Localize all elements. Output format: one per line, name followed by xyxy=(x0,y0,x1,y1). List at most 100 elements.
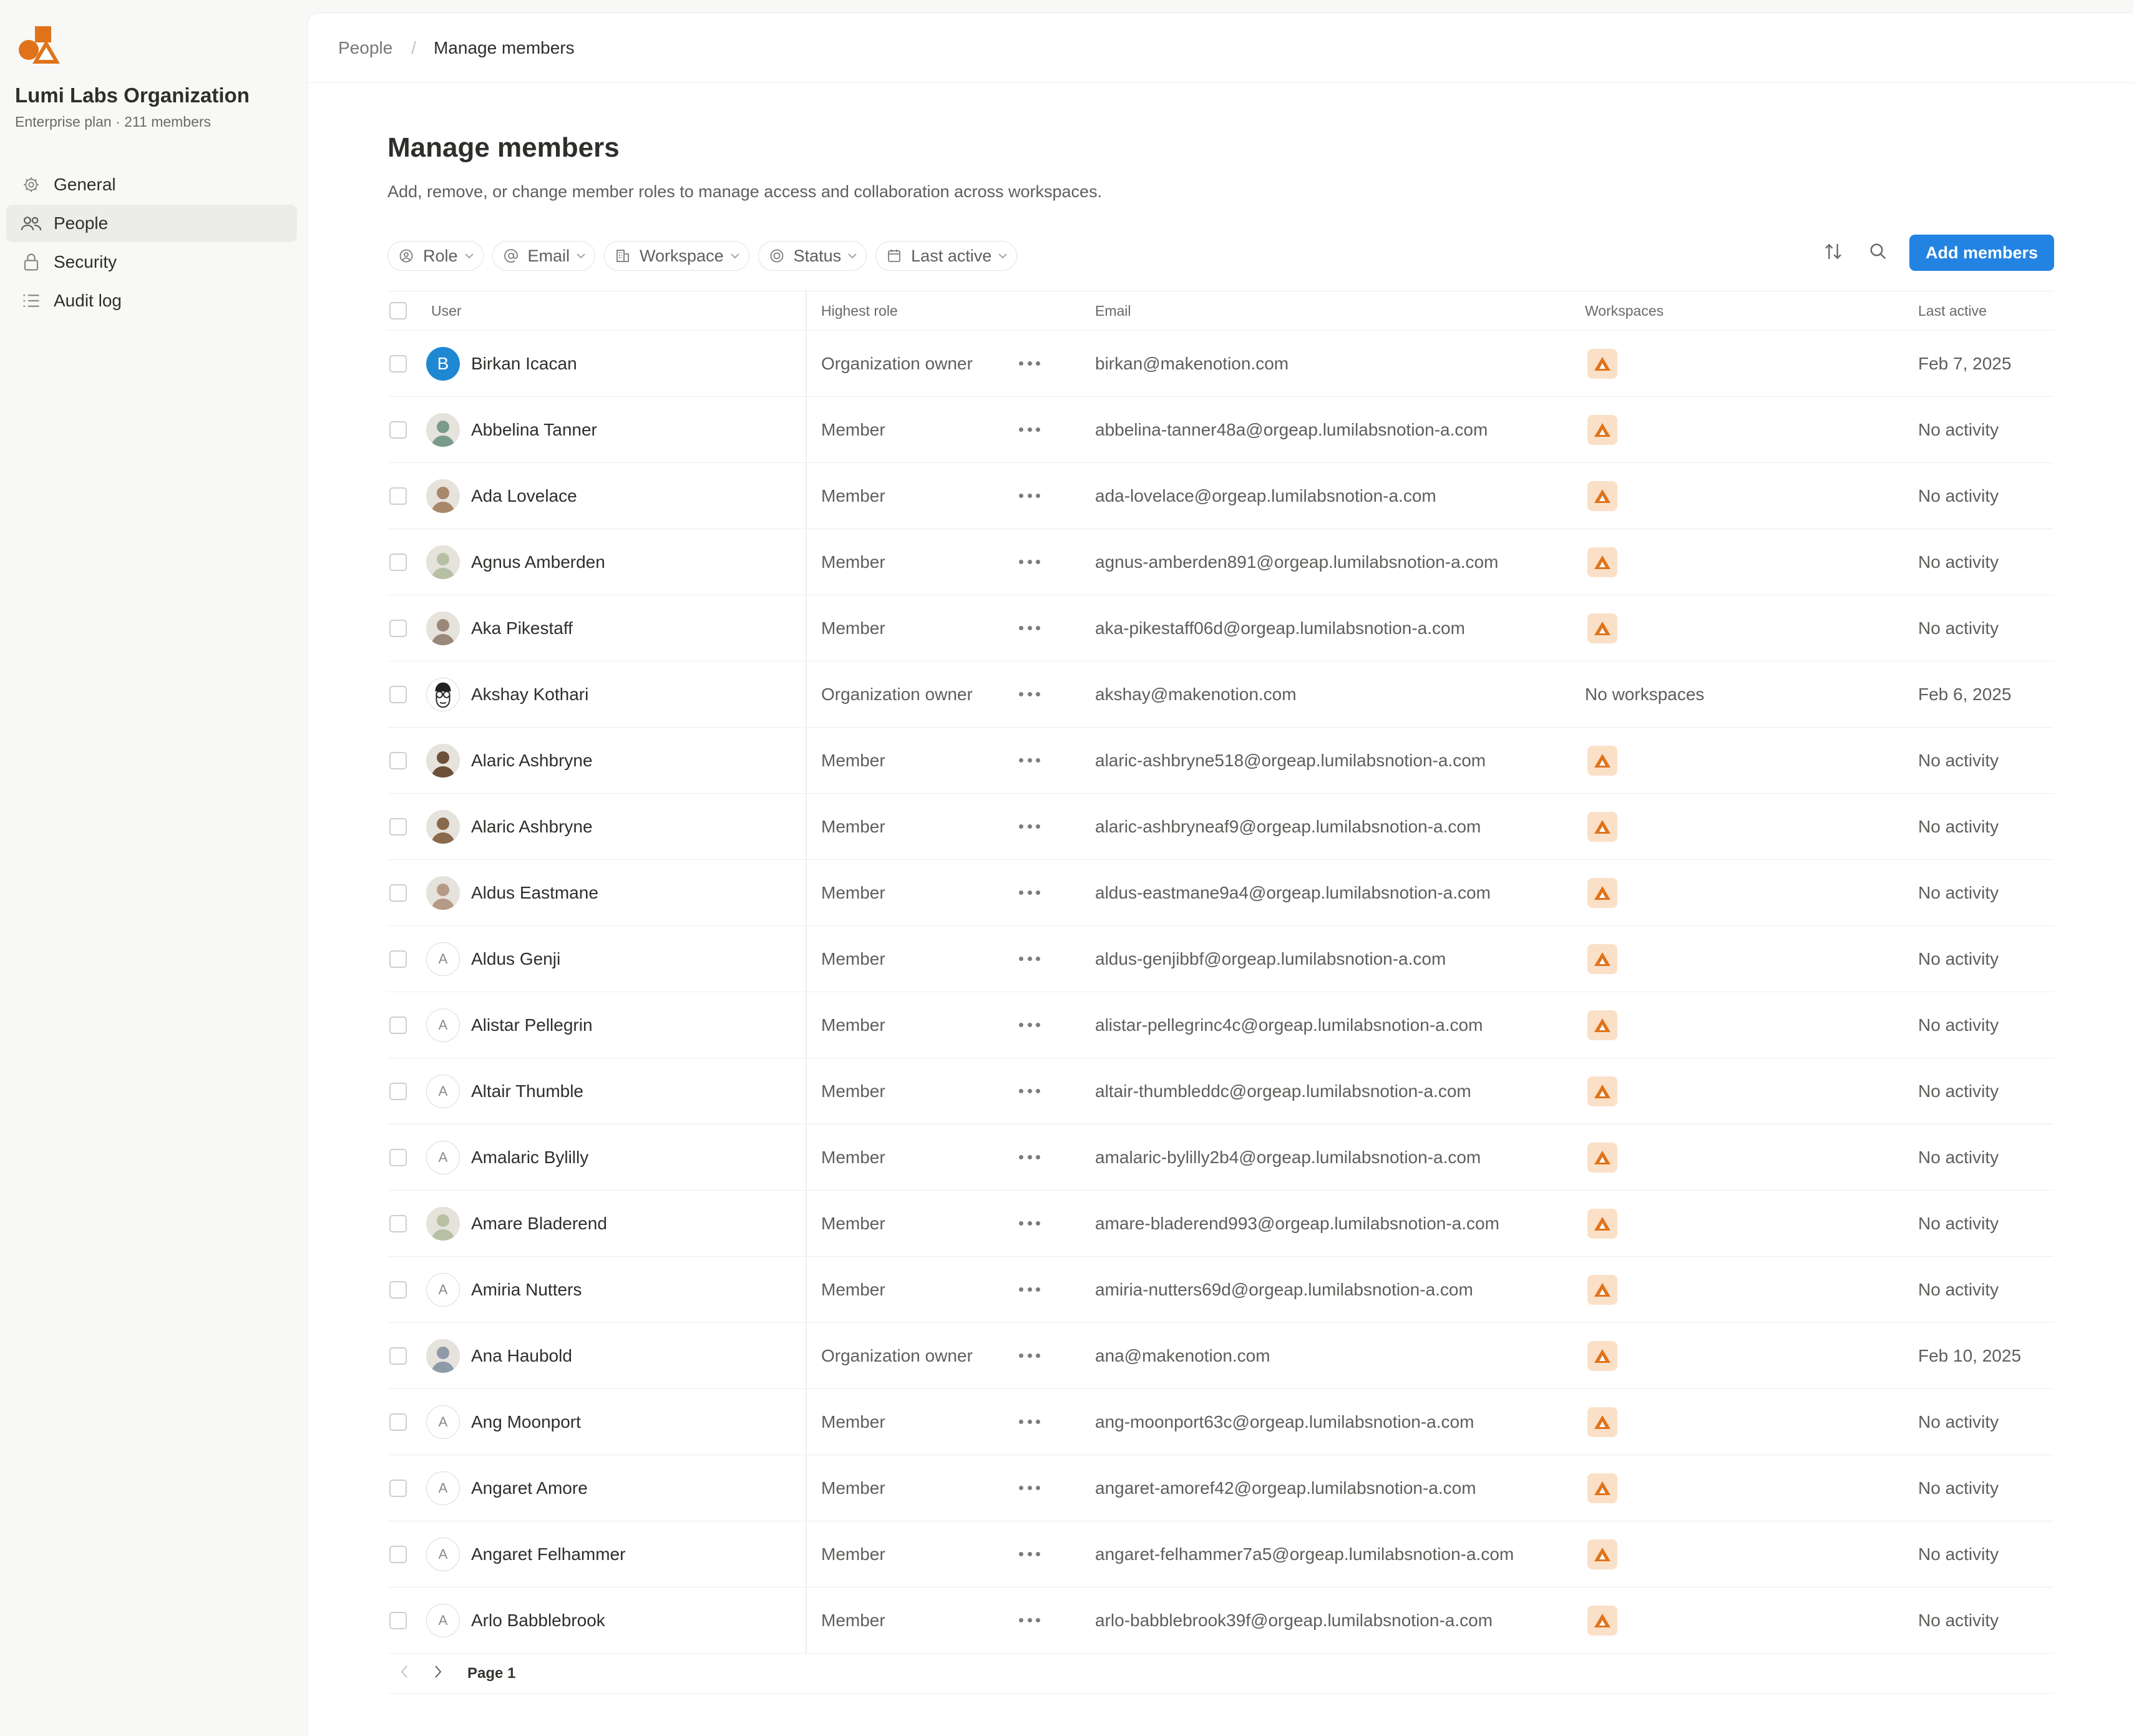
more-options-button[interactable] xyxy=(1019,426,1040,434)
workspace-icon[interactable] xyxy=(1587,414,1617,445)
role-cell[interactable]: Member xyxy=(821,1521,885,1587)
role-cell[interactable]: Organization owner xyxy=(821,331,973,396)
more-options-button[interactable] xyxy=(1019,1617,1040,1624)
workspace-icon[interactable] xyxy=(1587,811,1617,842)
more-options-button[interactable] xyxy=(1019,1286,1040,1294)
table-row[interactable]: A Angaret Felhammer Member angaret-felha… xyxy=(387,1521,2054,1587)
role-cell[interactable]: Member xyxy=(821,463,885,529)
row-checkbox[interactable] xyxy=(389,619,407,637)
row-checkbox[interactable] xyxy=(389,751,407,769)
more-options-button[interactable] xyxy=(1019,1551,1040,1558)
role-cell[interactable]: Member xyxy=(821,595,885,661)
search-button[interactable] xyxy=(1864,239,1892,266)
role-cell[interactable]: Member xyxy=(821,794,885,859)
more-options-button[interactable] xyxy=(1019,360,1040,368)
more-options-button[interactable] xyxy=(1019,1485,1040,1492)
role-cell[interactable]: Member xyxy=(821,1124,885,1190)
workspace-icon[interactable] xyxy=(1587,1076,1617,1106)
role-cell[interactable]: Member xyxy=(821,1257,885,1322)
table-row[interactable]: Ada Lovelace Member ada-lovelace@orgeap.… xyxy=(387,463,2054,529)
row-checkbox[interactable] xyxy=(389,1148,407,1166)
row-checkbox[interactable] xyxy=(389,421,407,439)
row-checkbox[interactable] xyxy=(389,354,407,373)
more-options-button[interactable] xyxy=(1019,1220,1040,1227)
more-options-button[interactable] xyxy=(1019,1154,1040,1161)
row-checkbox[interactable] xyxy=(389,817,407,836)
header-email[interactable]: Email xyxy=(1095,291,1131,330)
table-row[interactable]: B Birkan Icacan Organization owner birka… xyxy=(387,331,2054,397)
role-cell[interactable]: Member xyxy=(821,1587,885,1653)
breadcrumb-people[interactable]: People xyxy=(338,38,392,58)
workspace-icon[interactable] xyxy=(1587,1605,1617,1636)
filter-status[interactable]: Status xyxy=(758,241,867,271)
table-row[interactable]: A Altair Thumble Member altair-thumbledd… xyxy=(387,1058,2054,1124)
row-checkbox[interactable] xyxy=(389,1347,407,1365)
row-checkbox[interactable] xyxy=(389,685,407,703)
table-row[interactable]: Aldus Eastmane Member aldus-eastmane9a4@… xyxy=(387,860,2054,926)
row-checkbox[interactable] xyxy=(389,487,407,505)
role-cell[interactable]: Member xyxy=(821,1058,885,1124)
workspace-icon[interactable] xyxy=(1587,547,1617,577)
table-row[interactable]: Ana Haubold Organization owner ana@maken… xyxy=(387,1323,2054,1389)
table-row[interactable]: A Arlo Babblebrook Member arlo-babblebro… xyxy=(387,1587,2054,1654)
row-checkbox[interactable] xyxy=(389,1082,407,1100)
header-highest-role[interactable]: Highest role xyxy=(821,291,898,330)
table-row[interactable]: Amare Bladerend Member amare-bladerend99… xyxy=(387,1191,2054,1257)
filter-email[interactable]: Email xyxy=(492,241,596,271)
more-options-button[interactable] xyxy=(1019,1418,1040,1426)
header-workspaces[interactable]: Workspaces xyxy=(1585,291,1664,330)
table-row[interactable]: Alaric Ashbryne Member alaric-ashbryne51… xyxy=(387,728,2054,794)
role-cell[interactable]: Member xyxy=(821,926,885,992)
more-options-button[interactable] xyxy=(1019,1022,1040,1029)
filter-last-active[interactable]: Last active xyxy=(875,241,1018,271)
more-options-button[interactable] xyxy=(1019,558,1040,566)
workspace-icon[interactable] xyxy=(1587,1340,1617,1371)
table-row[interactable]: A Angaret Amore Member angaret-amoref42@… xyxy=(387,1455,2054,1521)
table-row[interactable]: Alaric Ashbryne Member alaric-ashbryneaf… xyxy=(387,794,2054,860)
row-checkbox[interactable] xyxy=(389,1280,407,1299)
table-row[interactable]: Aka Pikestaff Member aka-pikestaff06d@or… xyxy=(387,595,2054,661)
add-members-button[interactable]: Add members xyxy=(1909,235,2054,271)
table-row[interactable]: Agnus Amberden Member agnus-amberden891@… xyxy=(387,529,2054,595)
role-cell[interactable]: Member xyxy=(821,1389,885,1455)
role-cell[interactable]: Member xyxy=(821,860,885,925)
sidebar-item-security[interactable]: Security xyxy=(6,243,297,281)
workspace-icon[interactable] xyxy=(1587,1142,1617,1173)
row-checkbox[interactable] xyxy=(389,1413,407,1431)
more-options-button[interactable] xyxy=(1019,955,1040,963)
role-cell[interactable]: Member xyxy=(821,1191,885,1256)
more-options-button[interactable] xyxy=(1019,691,1040,698)
row-checkbox[interactable] xyxy=(389,553,407,571)
more-options-button[interactable] xyxy=(1019,823,1040,831)
workspace-icon[interactable] xyxy=(1587,1407,1617,1437)
more-options-button[interactable] xyxy=(1019,757,1040,764)
more-options-button[interactable] xyxy=(1019,1352,1040,1360)
workspace-icon[interactable] xyxy=(1587,877,1617,908)
filter-role[interactable]: Role xyxy=(387,241,484,271)
workspace-icon[interactable] xyxy=(1587,745,1617,776)
row-checkbox[interactable] xyxy=(389,884,407,902)
table-row[interactable]: A Alistar Pellegrin Member alistar-pelle… xyxy=(387,992,2054,1058)
workspace-icon[interactable] xyxy=(1587,1473,1617,1503)
more-options-button[interactable] xyxy=(1019,625,1040,632)
table-row[interactable]: A Aldus Genji Member aldus-genjibbf@orge… xyxy=(387,926,2054,992)
role-cell[interactable]: Organization owner xyxy=(821,661,973,727)
role-cell[interactable]: Member xyxy=(821,728,885,793)
table-row[interactable]: A Ang Moonport Member ang-moonport63c@or… xyxy=(387,1389,2054,1455)
select-all-checkbox[interactable] xyxy=(389,302,407,319)
row-checkbox[interactable] xyxy=(389,1214,407,1232)
workspace-icon[interactable] xyxy=(1587,1208,1617,1239)
previous-page-button[interactable] xyxy=(395,1664,414,1683)
header-user[interactable]: User xyxy=(431,291,462,330)
sidebar-item-people[interactable]: People xyxy=(6,205,297,242)
row-checkbox[interactable] xyxy=(389,1611,407,1629)
more-options-button[interactable] xyxy=(1019,889,1040,897)
role-cell[interactable]: Member xyxy=(821,529,885,595)
sidebar-item-general[interactable]: General xyxy=(6,166,297,203)
row-checkbox[interactable] xyxy=(389,1016,407,1034)
row-checkbox[interactable] xyxy=(389,950,407,968)
sidebar-item-audit-log[interactable]: Audit log xyxy=(6,282,297,319)
next-page-button[interactable] xyxy=(429,1664,447,1683)
role-cell[interactable]: Member xyxy=(821,1455,885,1521)
workspace-icon[interactable] xyxy=(1587,944,1617,974)
